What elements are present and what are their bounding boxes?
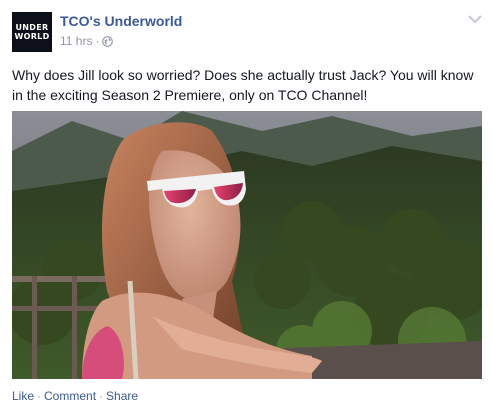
action-separator: · [99,389,104,403]
share-link[interactable]: Share [106,389,138,403]
meta-separator: · [95,34,100,48]
post-header: UNDER WORLD TCO's Underworld 11 hrs · [12,12,482,52]
photo-illustration [12,111,482,379]
post-actions: Like · Comment · Share [12,389,138,403]
post-photo[interactable] [12,111,482,379]
avatar-line-2: WORLD [14,32,50,41]
post-meta: 11 hrs · [60,34,114,48]
comment-link[interactable]: Comment [44,389,96,403]
post-message: Why does Jill look so worried? Does she … [12,67,474,103]
like-link[interactable]: Like [12,389,34,403]
page-name-link[interactable]: TCO's Underworld [60,13,182,29]
globe-icon[interactable] [102,35,114,47]
chevron-down-icon[interactable] [468,14,482,24]
avatar-line-1: UNDER [15,23,49,32]
action-separator: · [37,389,42,403]
post-timestamp[interactable]: 11 hrs [60,34,92,48]
feed-post: UNDER WORLD TCO's Underworld 11 hrs · Wh… [0,0,493,413]
page-avatar[interactable]: UNDER WORLD [12,12,52,52]
